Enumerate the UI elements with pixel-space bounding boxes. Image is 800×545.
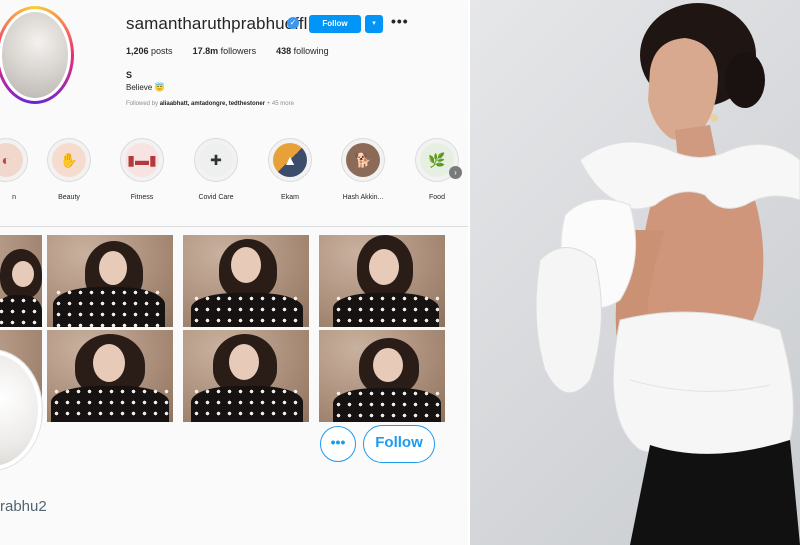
followers-count[interactable]: 17.8m followers <box>193 46 257 56</box>
followed-by-text[interactable]: Followed by aliaabhatt, amtadongre, tedt… <box>126 101 294 107</box>
post-tile[interactable] <box>47 235 173 327</box>
ekam-icon: ▲ <box>273 143 307 177</box>
follow-button[interactable]: Follow <box>309 15 361 33</box>
highlight-item[interactable]: ✚ Covid Care <box>186 138 246 201</box>
posts-divider <box>0 226 468 227</box>
bio-text: Believe 😇 <box>126 83 165 92</box>
profile-stats: 1,206 posts 17.8m followers 438 followin… <box>126 46 329 56</box>
highlight-item[interactable]: ✋ Beauty <box>39 138 99 201</box>
avatar-photo <box>0 9 71 101</box>
following-count[interactable]: 438 following <box>276 46 329 56</box>
twitter-follow-button[interactable]: Follow <box>363 425 435 463</box>
story-highlights: ◐ n ✋ Beauty ▮▬▮ Fitness ✚ Covid Care ▲ … <box>0 138 468 208</box>
post-tile[interactable] <box>47 330 173 422</box>
bio-name: S <box>126 70 133 80</box>
highlight-item[interactable]: ▲ Ekam <box>260 138 320 201</box>
portrait-photo <box>470 0 800 545</box>
more-options-button[interactable]: ••• <box>320 426 356 462</box>
dumbbell-icon: ▮▬▮ <box>125 143 159 177</box>
portrait-illustration <box>535 3 800 545</box>
post-tile[interactable] <box>319 235 445 327</box>
post-tile[interactable] <box>183 330 309 422</box>
post-tile[interactable] <box>0 235 42 327</box>
instagram-profile-screenshot: samantharuthprabhuoffl ✓ Follow ▾ ••• 1,… <box>0 0 468 545</box>
profile-avatar[interactable] <box>0 6 74 104</box>
ellipsis-icon[interactable]: ••• <box>391 13 409 29</box>
profile-username: samantharuthprabhuoffl <box>126 14 308 33</box>
highlight-item[interactable]: ▮▬▮ Fitness <box>112 138 172 201</box>
dog-icon: 🐕 <box>346 143 380 177</box>
verified-badge-icon: ✓ <box>287 17 299 29</box>
post-tile[interactable] <box>183 235 309 327</box>
chevron-right-icon[interactable]: › <box>449 166 462 179</box>
highlight-item[interactable]: 🐕 Hash Akkin... <box>333 138 393 201</box>
posts-count[interactable]: 1,206 posts <box>126 46 173 56</box>
highlight-item[interactable]: ◐ n <box>0 138 36 201</box>
highlight-partial-icon: ◐ <box>0 143 23 177</box>
medical-kit-icon: ✚ <box>199 143 233 177</box>
chevron-down-icon[interactable]: ▾ <box>365 15 383 33</box>
twitter-handle: rabhu2 <box>0 498 47 515</box>
post-tile[interactable] <box>319 330 445 422</box>
beauty-icon: ✋ <box>52 143 86 177</box>
